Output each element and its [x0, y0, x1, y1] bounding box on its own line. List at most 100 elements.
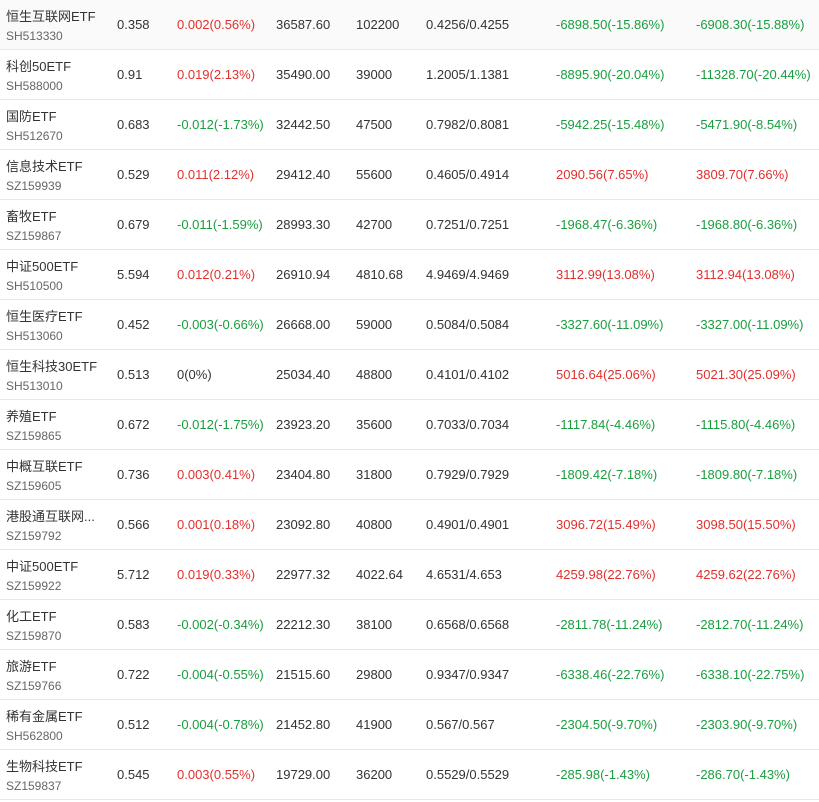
current-price: 0.736	[117, 467, 150, 482]
fund-cell: 旅游ETF SZ159766	[6, 650, 104, 699]
fund-name-link[interactable]: 恒生互联网ETF	[6, 6, 104, 25]
market-value: 22212.30	[276, 617, 331, 632]
fund-cell: 化工ETF SZ159870	[6, 600, 104, 649]
market-value: 23092.80	[276, 517, 331, 532]
fund-name-link[interactable]: 信息技术ETF	[6, 156, 104, 175]
share-count: 35600	[356, 417, 393, 432]
share-count: 42700	[356, 217, 393, 232]
fund-code: SZ159605	[6, 479, 62, 493]
table-row[interactable]: 旅游ETF SZ159766 0.722 -0.004(-0.55%) 2151…	[0, 650, 819, 700]
cost-price: 0.7929/0.7929	[426, 467, 510, 482]
table-row[interactable]: 科创50ETF SH588000 0.91 0.019(2.13%) 35490…	[0, 50, 819, 100]
cost-price: 0.7033/0.7034	[426, 417, 510, 432]
fund-name-link[interactable]: 港股通互联网...	[6, 506, 104, 525]
price-change: 0.003(0.55%)	[177, 767, 256, 782]
table-row[interactable]: 恒生科技30ETF SH513010 0.513 0(0%) 25034.40 …	[0, 350, 819, 400]
fund-name-link[interactable]: 稀有金属ETF	[6, 706, 104, 725]
cost-price: 0.567/0.567	[426, 717, 495, 732]
fund-cell: 中证500ETF SZ159922	[6, 550, 104, 599]
share-count: 102200	[356, 17, 400, 32]
fund-name-link[interactable]: 中证500ETF	[6, 256, 104, 275]
profit-loss: 3096.72(15.49%)	[556, 517, 656, 532]
price-change: 0(0%)	[177, 367, 212, 382]
total-profit-loss: -5471.90(-8.54%)	[696, 117, 798, 132]
share-count: 31800	[356, 467, 393, 482]
market-value: 26910.94	[276, 267, 331, 282]
fund-cell: 中概互联ETF SZ159605	[6, 450, 104, 499]
market-value: 19729.00	[276, 767, 331, 782]
fund-name-link[interactable]: 中证500ETF	[6, 556, 104, 575]
current-price: 0.672	[117, 417, 150, 432]
price-change: 0.001(0.18%)	[177, 517, 256, 532]
price-change: -0.004(-0.55%)	[177, 667, 264, 682]
profit-loss: -3327.60(-11.09%)	[556, 317, 664, 332]
current-price: 0.722	[117, 667, 150, 682]
table-row[interactable]: 畜牧ETF SZ159867 0.679 -0.011(-1.59%) 2899…	[0, 200, 819, 250]
fund-cell: 港股通互联网... SZ159792	[6, 500, 104, 549]
fund-cell: 恒生互联网ETF SH513330	[6, 0, 104, 49]
fund-name-link[interactable]: 国防ETF	[6, 106, 104, 125]
share-count: 4810.68	[356, 267, 403, 282]
total-profit-loss: 3809.70(7.66%)	[696, 167, 789, 182]
fund-name-link[interactable]: 养殖ETF	[6, 406, 104, 425]
fund-code: SZ159865	[6, 429, 62, 443]
fund-cell: 畜牧ETF SZ159867	[6, 200, 104, 249]
table-row[interactable]: 生物科技ETF SZ159837 0.545 0.003(0.55%) 1972…	[0, 750, 819, 800]
fund-name-link[interactable]: 旅游ETF	[6, 656, 104, 675]
fund-name-link[interactable]: 科创50ETF	[6, 56, 104, 75]
fund-name-link[interactable]: 恒生科技30ETF	[6, 356, 104, 375]
total-profit-loss: -2303.90(-9.70%)	[696, 717, 798, 732]
total-profit-loss: -3327.00(-11.09%)	[696, 317, 804, 332]
profit-loss: -1809.42(-7.18%)	[556, 467, 658, 482]
price-change: 0.019(2.13%)	[177, 67, 256, 82]
profit-loss: 3112.99(13.08%)	[556, 267, 655, 282]
cost-price: 4.9469/4.9469	[426, 267, 510, 282]
table-row[interactable]: 恒生医疗ETF SH513060 0.452 -0.003(-0.66%) 26…	[0, 300, 819, 350]
table-row[interactable]: 化工ETF SZ159870 0.583 -0.002(-0.34%) 2221…	[0, 600, 819, 650]
profit-loss: -285.98(-1.43%)	[556, 767, 650, 782]
fund-cell: 稀有金属ETF SH562800	[6, 700, 104, 749]
table-row[interactable]: 稀有金属ETF SH562800 0.512 -0.004(-0.78%) 21…	[0, 700, 819, 750]
profit-loss: -2304.50(-9.70%)	[556, 717, 658, 732]
table-row[interactable]: 恒生互联网ETF SH513330 0.358 0.002(0.56%) 365…	[0, 0, 819, 50]
fund-name-link[interactable]: 中概互联ETF	[6, 456, 104, 475]
price-change: -0.011(-1.59%)	[177, 217, 263, 232]
total-profit-loss: -2812.70(-11.24%)	[696, 617, 804, 632]
cost-price: 4.6531/4.653	[426, 567, 502, 582]
table-row[interactable]: 中概互联ETF SZ159605 0.736 0.003(0.41%) 2340…	[0, 450, 819, 500]
price-change: 0.012(0.21%)	[177, 267, 256, 282]
fund-cell: 科创50ETF SH588000	[6, 50, 104, 99]
fund-cell: 养殖ETF SZ159865	[6, 400, 104, 449]
table-row[interactable]: 中证500ETF SH510500 5.594 0.012(0.21%) 269…	[0, 250, 819, 300]
market-value: 23923.20	[276, 417, 331, 432]
market-value: 32442.50	[276, 117, 331, 132]
market-value: 35490.00	[276, 67, 331, 82]
table-row[interactable]: 养殖ETF SZ159865 0.672 -0.012(-1.75%) 2392…	[0, 400, 819, 450]
current-price: 0.583	[117, 617, 150, 632]
price-change: 0.003(0.41%)	[177, 467, 256, 482]
fund-name-link[interactable]: 化工ETF	[6, 606, 104, 625]
table-row[interactable]: 信息技术ETF SZ159939 0.529 0.011(2.12%) 2941…	[0, 150, 819, 200]
table-row[interactable]: 国防ETF SH512670 0.683 -0.012(-1.73%) 3244…	[0, 100, 819, 150]
share-count: 55600	[356, 167, 393, 182]
fund-cell: 信息技术ETF SZ159939	[6, 150, 104, 199]
total-profit-loss: -6908.30(-15.88%)	[696, 17, 805, 32]
cost-price: 0.7251/0.7251	[426, 217, 510, 232]
fund-name-link[interactable]: 畜牧ETF	[6, 206, 104, 225]
price-change: 0.011(2.12%)	[177, 167, 255, 182]
cost-price: 0.4101/0.4102	[426, 367, 510, 382]
fund-code: SZ159870	[6, 629, 62, 643]
share-count: 41900	[356, 717, 393, 732]
market-value: 21452.80	[276, 717, 331, 732]
profit-loss: -6898.50(-15.86%)	[556, 17, 665, 32]
fund-name-link[interactable]: 生物科技ETF	[6, 756, 104, 775]
cost-price: 0.4901/0.4901	[426, 517, 510, 532]
current-price: 0.545	[117, 767, 150, 782]
market-value: 21515.60	[276, 667, 331, 682]
fund-name-link[interactable]: 恒生医疗ETF	[6, 306, 104, 325]
table-row[interactable]: 中证500ETF SZ159922 5.712 0.019(0.33%) 229…	[0, 550, 819, 600]
table-row[interactable]: 港股通互联网... SZ159792 0.566 0.001(0.18%) 23…	[0, 500, 819, 550]
total-profit-loss: 3112.94(13.08%)	[696, 267, 795, 282]
current-price: 0.679	[117, 217, 150, 232]
cost-price: 0.7982/0.8081	[426, 117, 510, 132]
